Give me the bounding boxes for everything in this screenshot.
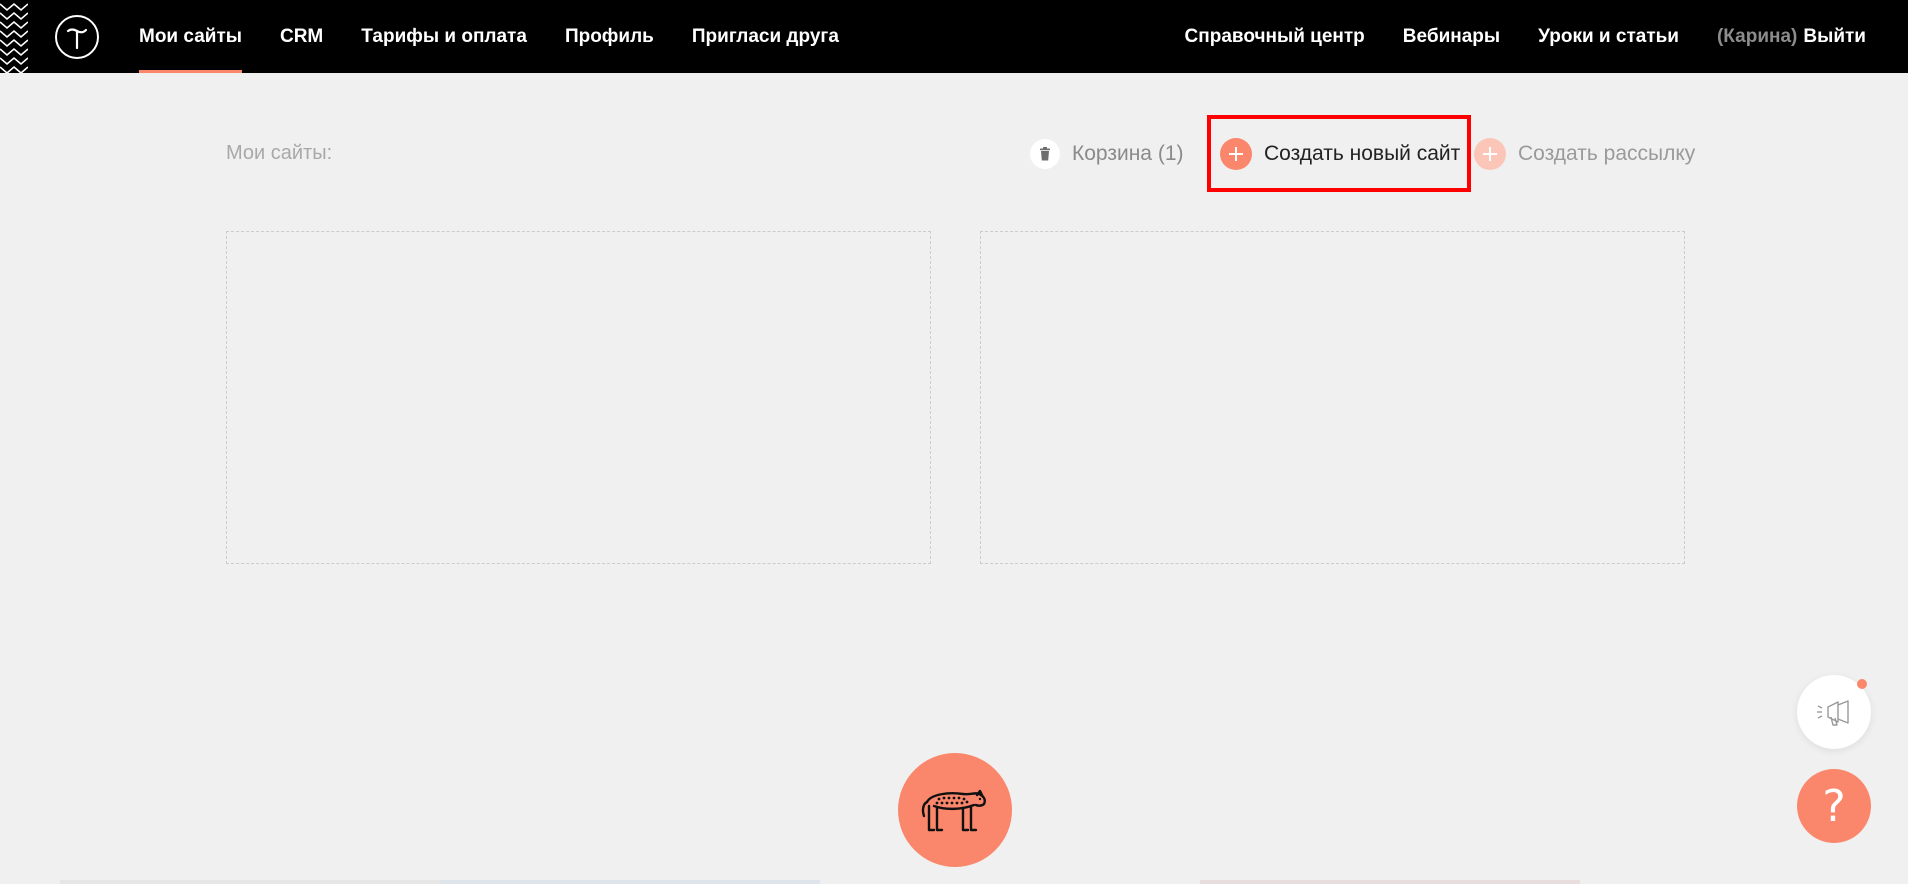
user-area: (Карина) Выйти bbox=[1717, 0, 1866, 73]
nav-item-tariffs[interactable]: Тарифы и оплата bbox=[361, 0, 527, 73]
main-nav: Мои сайты CRM Тарифы и оплата Профиль Пр… bbox=[139, 0, 839, 73]
create-site-label: Создать новый сайт bbox=[1264, 142, 1461, 165]
user-name: (Карина) bbox=[1716, 25, 1798, 47]
top-navigation-bar: Мои сайты CRM Тарифы и оплата Профиль Пр… bbox=[0, 0, 1908, 73]
megaphone-icon bbox=[1817, 700, 1849, 726]
logout-link[interactable]: Выйти bbox=[1803, 0, 1866, 73]
tilda-logo[interactable] bbox=[55, 15, 99, 59]
bottom-preview-strip bbox=[60, 880, 1580, 884]
nav-item-my-sites[interactable]: Мои сайты bbox=[139, 0, 242, 73]
nav-item-webinars[interactable]: Вебинары bbox=[1403, 0, 1500, 73]
trash-button[interactable]: Корзина (1) bbox=[1030, 135, 1184, 173]
site-card-placeholder[interactable] bbox=[980, 231, 1685, 564]
nav-item-invite-friend[interactable]: Пригласи друга bbox=[692, 0, 839, 73]
nav-item-lessons[interactable]: Уроки и статьи bbox=[1538, 0, 1679, 73]
nav-item-help-center[interactable]: Справочный центр bbox=[1185, 0, 1365, 73]
site-card-placeholder[interactable] bbox=[226, 231, 931, 564]
nav-item-profile[interactable]: Профиль bbox=[565, 0, 654, 73]
create-newsletter-button[interactable]: Создать рассылку bbox=[1474, 135, 1695, 173]
announcements-button[interactable] bbox=[1797, 675, 1871, 749]
trash-label: Корзина (1) bbox=[1072, 142, 1184, 165]
zigzag-decoration-icon bbox=[0, 2, 28, 73]
page-title: Мои сайты: bbox=[226, 142, 333, 164]
plus-icon bbox=[1220, 138, 1252, 170]
leopard-icon bbox=[921, 789, 986, 832]
create-new-site-button[interactable]: Создать новый сайт bbox=[1220, 135, 1460, 173]
trash-icon bbox=[1030, 139, 1060, 169]
nav-item-crm[interactable]: CRM bbox=[280, 0, 323, 73]
secondary-nav: Справочный центр Вебинары Уроки и статьи… bbox=[1185, 0, 1866, 73]
help-button[interactable]: ? bbox=[1797, 769, 1871, 843]
plus-icon bbox=[1474, 138, 1506, 170]
notification-dot bbox=[1857, 679, 1867, 689]
create-newsletter-label: Создать рассылку bbox=[1518, 142, 1696, 165]
logo-t-icon bbox=[66, 28, 88, 50]
mascot-badge bbox=[898, 753, 1012, 867]
